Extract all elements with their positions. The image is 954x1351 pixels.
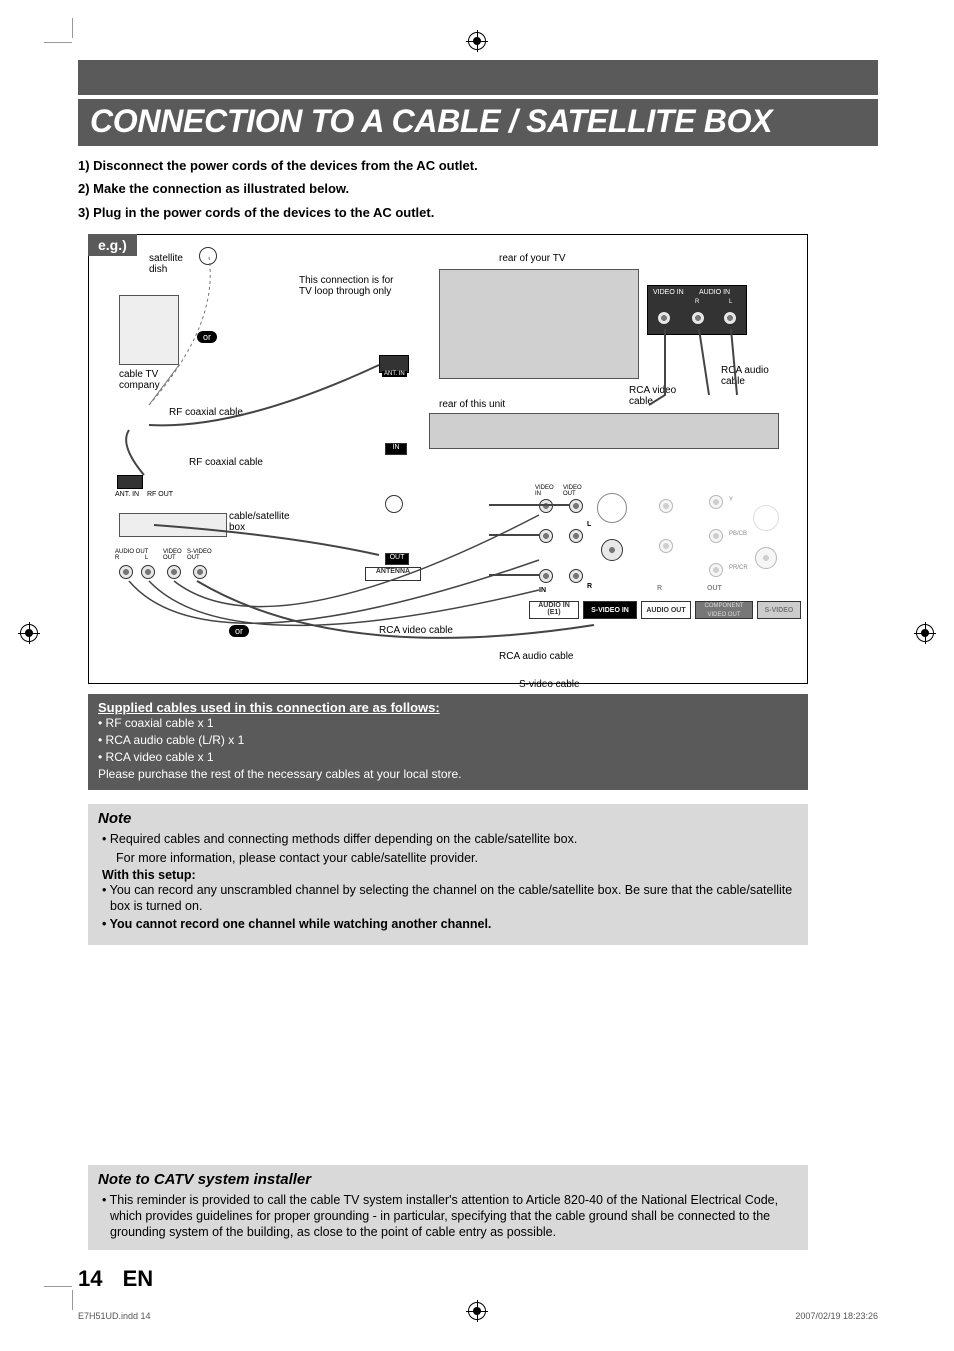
crop-mark bbox=[72, 18, 73, 38]
supplied-title: Supplied cables used in this connection … bbox=[98, 700, 798, 715]
note-box: Note • Required cables and connecting me… bbox=[88, 804, 808, 944]
registration-mark-top bbox=[468, 32, 486, 50]
page-number-area: 14 EN bbox=[78, 1266, 878, 1292]
registration-mark-right bbox=[916, 624, 934, 642]
print-footer: E7H51UD.indd 14 2007/02/19 18:23:26 bbox=[78, 1311, 878, 1321]
note-with-setup: With this setup: bbox=[98, 868, 798, 882]
footer-right: 2007/02/19 18:23:26 bbox=[795, 1311, 878, 1321]
supplied-item-1: • RF coaxial cable x 1 bbox=[98, 715, 798, 732]
footer-left: E7H51UD.indd 14 bbox=[78, 1311, 151, 1321]
connection-diagram: e.g.) satellite dish cable TV company or… bbox=[88, 234, 808, 684]
step-2: 2) Make the connection as illustrated be… bbox=[78, 177, 878, 200]
crop-mark bbox=[44, 1286, 72, 1287]
note-bullet-1: • Required cables and connecting methods… bbox=[98, 831, 798, 847]
instruction-steps: 1) Disconnect the power cords of the dev… bbox=[78, 146, 878, 234]
supplied-item-3: • RCA video cable x 1 bbox=[98, 749, 798, 766]
page-title: CONNECTION TO A CABLE / SATELLITE BOX bbox=[78, 99, 878, 146]
note-bullet-2: • You can record any unscrambled channel… bbox=[98, 882, 798, 915]
catv-note-box: Note to CATV system installer • This rem… bbox=[88, 1165, 808, 1251]
page-lang: EN bbox=[123, 1266, 154, 1291]
note-bullet-1b: For more information, please contact you… bbox=[98, 850, 798, 866]
page-content: CONNECTION TO A CABLE / SATELLITE BOX 1)… bbox=[78, 60, 878, 1292]
page-number: 14 bbox=[78, 1266, 102, 1291]
supplied-item-2: • RCA audio cable (L/R) x 1 bbox=[98, 732, 798, 749]
note-bullet-3: • You cannot record one channel while wa… bbox=[98, 916, 798, 932]
step-1: 1) Disconnect the power cords of the dev… bbox=[78, 154, 878, 177]
supplied-purchase-note: Please purchase the rest of the necessar… bbox=[98, 766, 798, 783]
crop-mark bbox=[44, 42, 72, 43]
catv-heading: Note to CATV system installer bbox=[98, 1171, 798, 1188]
step-3: 3) Plug in the power cords of the device… bbox=[78, 201, 878, 224]
crop-mark bbox=[72, 1290, 73, 1310]
diagram-contents: satellite dish cable TV company or RF co… bbox=[89, 235, 807, 683]
note-heading: Note bbox=[98, 810, 798, 827]
registration-mark-left bbox=[20, 624, 38, 642]
supplied-cables-box: Supplied cables used in this connection … bbox=[88, 694, 808, 790]
cable-lines-icon bbox=[89, 235, 809, 685]
header-band bbox=[78, 60, 878, 95]
catv-bullet-1: • This reminder is provided to call the … bbox=[98, 1192, 798, 1241]
